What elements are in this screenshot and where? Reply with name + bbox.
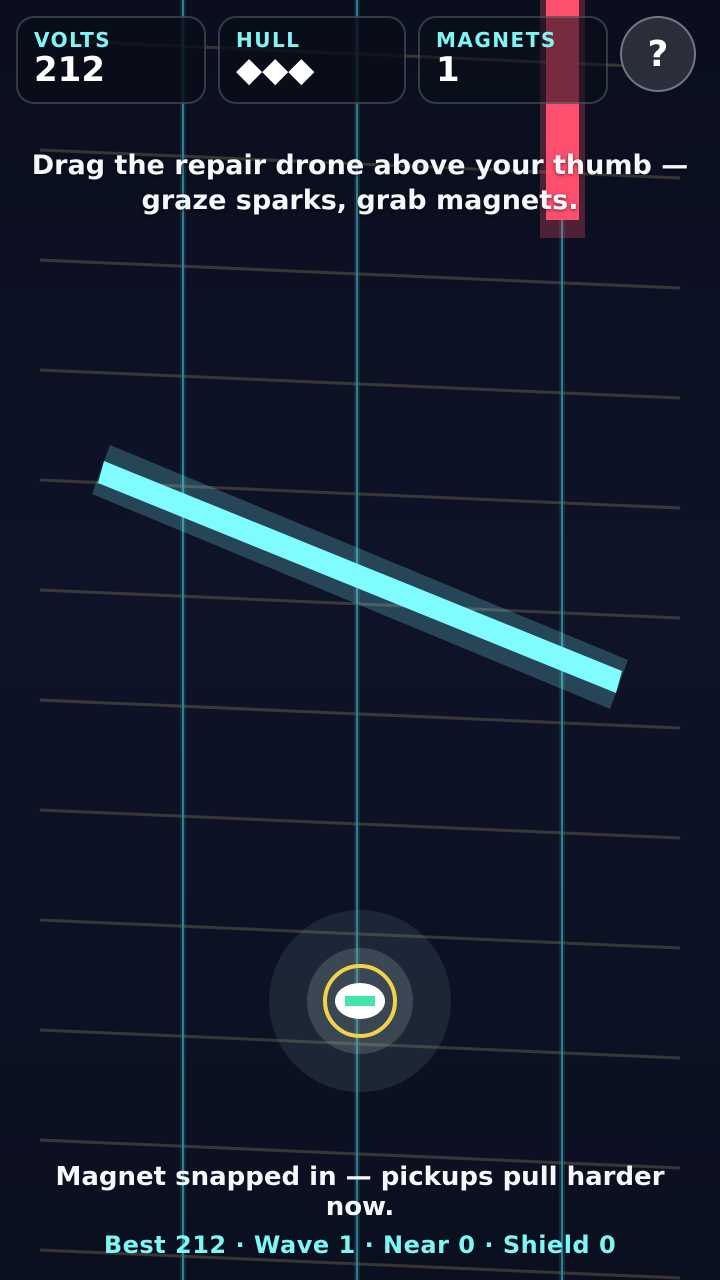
hull-counter: HULL ◆◆◆ — [218, 16, 406, 104]
stat-near: Near 0 — [383, 1231, 476, 1259]
volts-value: 212 — [34, 50, 105, 90]
stats-line: Best 212 · Wave 1 · Near 0 · Shield 0 — [20, 1230, 700, 1260]
question-mark-icon: ? — [647, 33, 669, 75]
help-button[interactable]: ? — [620, 16, 696, 92]
hull-label: HULL — [236, 28, 301, 52]
repair-drone[interactable] — [269, 910, 451, 1092]
volts-counter: VOLTS 212 — [16, 16, 206, 104]
magnets-value: 1 — [436, 50, 460, 90]
magnets-counter: MAGNETS 1 — [418, 16, 608, 104]
instruction-text: Drag the repair drone above your thumb —… — [31, 150, 689, 216]
drone-core — [345, 996, 375, 1006]
magnets-label: MAGNETS — [436, 28, 557, 52]
stat-best: Best 212 — [103, 1231, 227, 1259]
hull-diamonds: ◆◆◆ — [236, 50, 315, 90]
stat-separator: · — [475, 1231, 503, 1259]
volts-label: VOLTS — [34, 28, 112, 52]
stat-shield: Shield 0 — [502, 1231, 617, 1259]
stat-wave: Wave 1 — [253, 1231, 356, 1259]
stat-separator: · — [226, 1231, 254, 1259]
stat-separator: · — [355, 1231, 384, 1259]
status-message: Magnet snapped in — pickups pull harder … — [55, 1162, 665, 1222]
